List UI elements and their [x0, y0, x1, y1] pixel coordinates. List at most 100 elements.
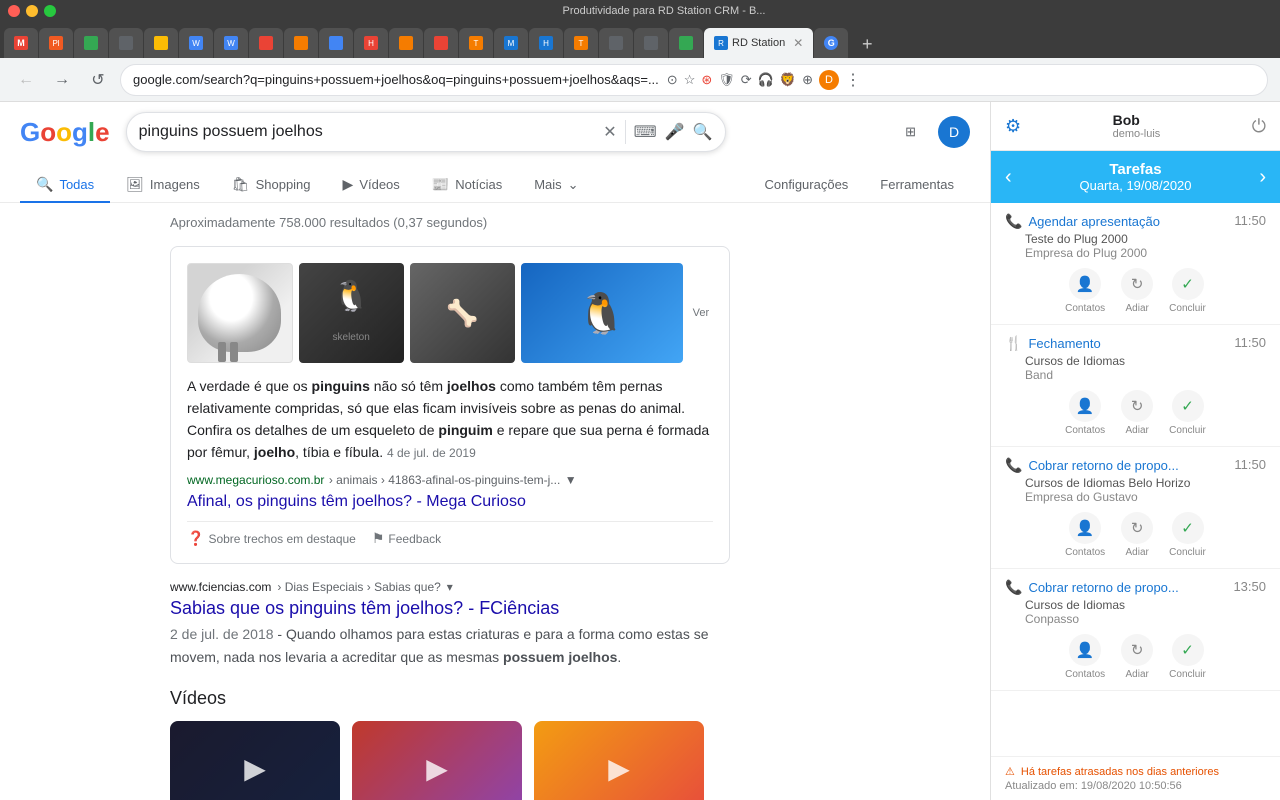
task-4-header: 📞 Cobrar retorno de propo... 13:50 [1005, 579, 1266, 596]
grid-apps-button[interactable]: ⊞ [891, 118, 930, 146]
search-box[interactable]: pinguins possuem joelhos ✕ ⌨ 🎤 🔍 [126, 112, 726, 152]
result-2-dropdown[interactable]: ▾ [447, 580, 453, 594]
video-card-2[interactable]: ▶ [352, 721, 522, 800]
tab-17[interactable]: T [564, 28, 598, 58]
featured-source-dropdown[interactable]: ▼ [565, 473, 577, 487]
nav-tools[interactable]: Ferramentas [864, 169, 970, 202]
nav-settings[interactable]: Configurações [748, 169, 864, 202]
tab-close-btn[interactable]: ✕ [793, 36, 803, 50]
video-card-1[interactable]: ▶ [170, 721, 340, 800]
featured-img-2[interactable]: 🐧skeleton [299, 263, 404, 363]
tab-4[interactable] [109, 28, 143, 58]
video-thumb-3: ▶ [534, 721, 704, 800]
tab-7[interactable]: W [214, 28, 248, 58]
tab-15[interactable]: M [494, 28, 528, 58]
task-1-contacts-label: Contatos [1065, 303, 1105, 314]
cast-icon[interactable]: ⊛ [701, 72, 712, 88]
task-1-title[interactable]: Agendar apresentação [1028, 214, 1160, 229]
crm-gear-icon[interactable]: ⚙ [1005, 116, 1021, 137]
warning-icon: ⚠ [1005, 765, 1015, 778]
tab-18[interactable] [599, 28, 633, 58]
task-1-postpone-button[interactable]: ↻ Adiar [1121, 268, 1153, 314]
close-button[interactable] [8, 5, 20, 17]
new-tab-button[interactable]: + [853, 30, 881, 58]
tab-16[interactable]: H [529, 28, 563, 58]
about-snippet-button[interactable]: ❓ Sobre trechos em destaque [187, 530, 356, 547]
refresh-button[interactable]: ↺ [84, 66, 112, 94]
tab-6[interactable]: W [179, 28, 213, 58]
brave-icon[interactable]: 🦁 [780, 72, 796, 88]
shield-icon[interactable]: 🛡 [718, 72, 735, 88]
task-3-complete-button[interactable]: ✓ Concluir [1169, 512, 1206, 558]
nav-images[interactable]: 🖼 Imagens [110, 168, 216, 203]
video-card-3[interactable]: ▶ [534, 721, 704, 800]
task-1-contacts-button[interactable]: 👤 Contatos [1065, 268, 1105, 314]
result-2-title[interactable]: Sabias que os pinguins têm joelhos? - FC… [170, 598, 730, 619]
tab-12[interactable] [389, 28, 423, 58]
videos-icon: ▶ [343, 176, 354, 193]
featured-img-4[interactable]: 🐧 [521, 263, 683, 363]
crm-power-icon[interactable]: ⏻ [1252, 116, 1266, 137]
tab-10[interactable] [319, 28, 353, 58]
tab-3[interactable] [74, 28, 108, 58]
headphone-icon[interactable]: 🎧 [758, 72, 774, 88]
task-3-title[interactable]: Cobrar retorno de propo... [1028, 458, 1178, 473]
keyboard-icon[interactable]: ⌨ [634, 122, 657, 142]
maximize-button[interactable] [44, 5, 56, 17]
translate-icon[interactable]: ⊙ [667, 72, 678, 88]
back-button[interactable]: ← [12, 66, 40, 94]
menu-icon[interactable]: ⋮ [845, 70, 861, 90]
nav-videos[interactable]: ▶ Vídeos [327, 168, 416, 203]
forward-button[interactable]: → [48, 66, 76, 94]
task-2-complete-button[interactable]: ✓ Concluir [1169, 390, 1206, 436]
task-4-postpone-button[interactable]: ↻ Adiar [1121, 634, 1153, 680]
task-3-postpone-button[interactable]: ↻ Adiar [1121, 512, 1153, 558]
task-4-complete-button[interactable]: ✓ Concluir [1169, 634, 1206, 680]
task-2-postpone-button[interactable]: ↻ Adiar [1121, 390, 1153, 436]
task-4-contacts-button[interactable]: 👤 Contatos [1065, 634, 1105, 680]
tab-pluralsight[interactable]: Pl [39, 28, 73, 58]
featured-link[interactable]: Afinal, os pinguins têm joelhos? - Mega … [187, 493, 713, 511]
feedback-button[interactable]: ⚑ Feedback [372, 530, 441, 547]
crm-prev-button[interactable]: ‹ [1005, 166, 1012, 189]
tab-14[interactable]: T [459, 28, 493, 58]
crm-user-name: Bob [1113, 112, 1161, 128]
task-4-time: 13:50 [1233, 579, 1266, 594]
nav-more[interactable]: Mais ⌄ [518, 169, 594, 203]
active-tab-label: RD Station [732, 37, 785, 49]
minimize-button[interactable] [26, 5, 38, 17]
task-2-title[interactable]: Fechamento [1028, 336, 1100, 351]
address-bar[interactable]: google.com/search?q=pinguins+possuem+joe… [120, 64, 1268, 96]
tab-19[interactable] [634, 28, 668, 58]
sync-icon[interactable]: ⟳ [741, 72, 752, 88]
featured-img-3[interactable]: 🦴 [410, 263, 515, 363]
microphone-icon[interactable]: 🎤 [665, 122, 685, 142]
task-4-title[interactable]: Cobrar retorno de propo... [1028, 580, 1178, 595]
nav-shopping[interactable]: 🛍 Shopping [216, 168, 327, 203]
clear-search-button[interactable]: ✕ [603, 122, 616, 142]
user-avatar[interactable]: D [938, 116, 970, 148]
google-logo[interactable]: Google [20, 117, 110, 148]
tab-google[interactable]: G [814, 28, 848, 58]
task-2-contacts-button[interactable]: 👤 Contatos [1065, 390, 1105, 436]
postpone-icon-3: ↻ [1121, 512, 1153, 544]
tab-8[interactable] [249, 28, 283, 58]
tab-9[interactable] [284, 28, 318, 58]
tab-20[interactable] [669, 28, 703, 58]
tab-5[interactable] [144, 28, 178, 58]
featured-img-1[interactable] [187, 263, 293, 363]
search-icon[interactable]: 🔍 [693, 122, 713, 142]
featured-img-ver[interactable]: Ver [689, 263, 713, 363]
tab-13[interactable] [424, 28, 458, 58]
profile-icon[interactable]: D [819, 70, 839, 90]
task-3-contacts-button[interactable]: 👤 Contatos [1065, 512, 1105, 558]
crm-next-button[interactable]: › [1259, 166, 1266, 189]
tab-gmail[interactable]: M [4, 28, 38, 58]
extensions-icon[interactable]: ⊕ [802, 72, 813, 88]
task-1-complete-button[interactable]: ✓ Concluir [1169, 268, 1206, 314]
nav-all[interactable]: 🔍 Todas [20, 168, 110, 203]
tab-11[interactable]: H [354, 28, 388, 58]
nav-news[interactable]: 📰 Notícias [416, 168, 518, 203]
tab-active-rdstation[interactable]: R RD Station ✕ [704, 28, 813, 58]
bookmark-icon[interactable]: ☆ [684, 72, 696, 88]
